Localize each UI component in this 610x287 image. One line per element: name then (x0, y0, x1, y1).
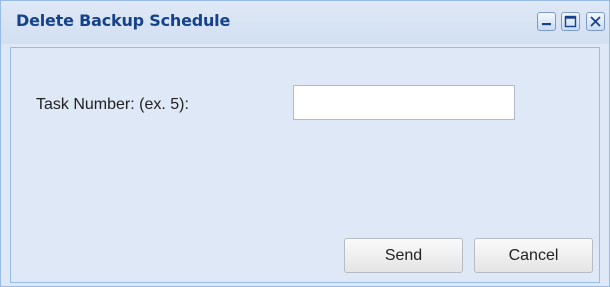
send-button[interactable]: Send (344, 238, 463, 273)
cancel-button[interactable]: Cancel (474, 238, 593, 273)
task-number-input[interactable] (293, 85, 515, 120)
close-icon (590, 16, 601, 27)
minimize-button[interactable] (537, 12, 556, 31)
dialog-title: Delete Backup Schedule (16, 11, 231, 30)
maximize-button[interactable] (561, 12, 580, 31)
maximize-icon (564, 15, 577, 28)
minimize-icon (542, 23, 551, 26)
close-button[interactable] (586, 12, 605, 31)
dialog-titlebar[interactable]: Delete Backup Schedule (1, 1, 609, 44)
dialog-body: Task Number: (ex. 5): Send Cancel (10, 47, 600, 283)
task-number-label: Task Number: (ex. 5): (36, 96, 189, 113)
delete-backup-schedule-dialog: Delete Backup Schedule Task Number: (ex.… (0, 0, 610, 287)
